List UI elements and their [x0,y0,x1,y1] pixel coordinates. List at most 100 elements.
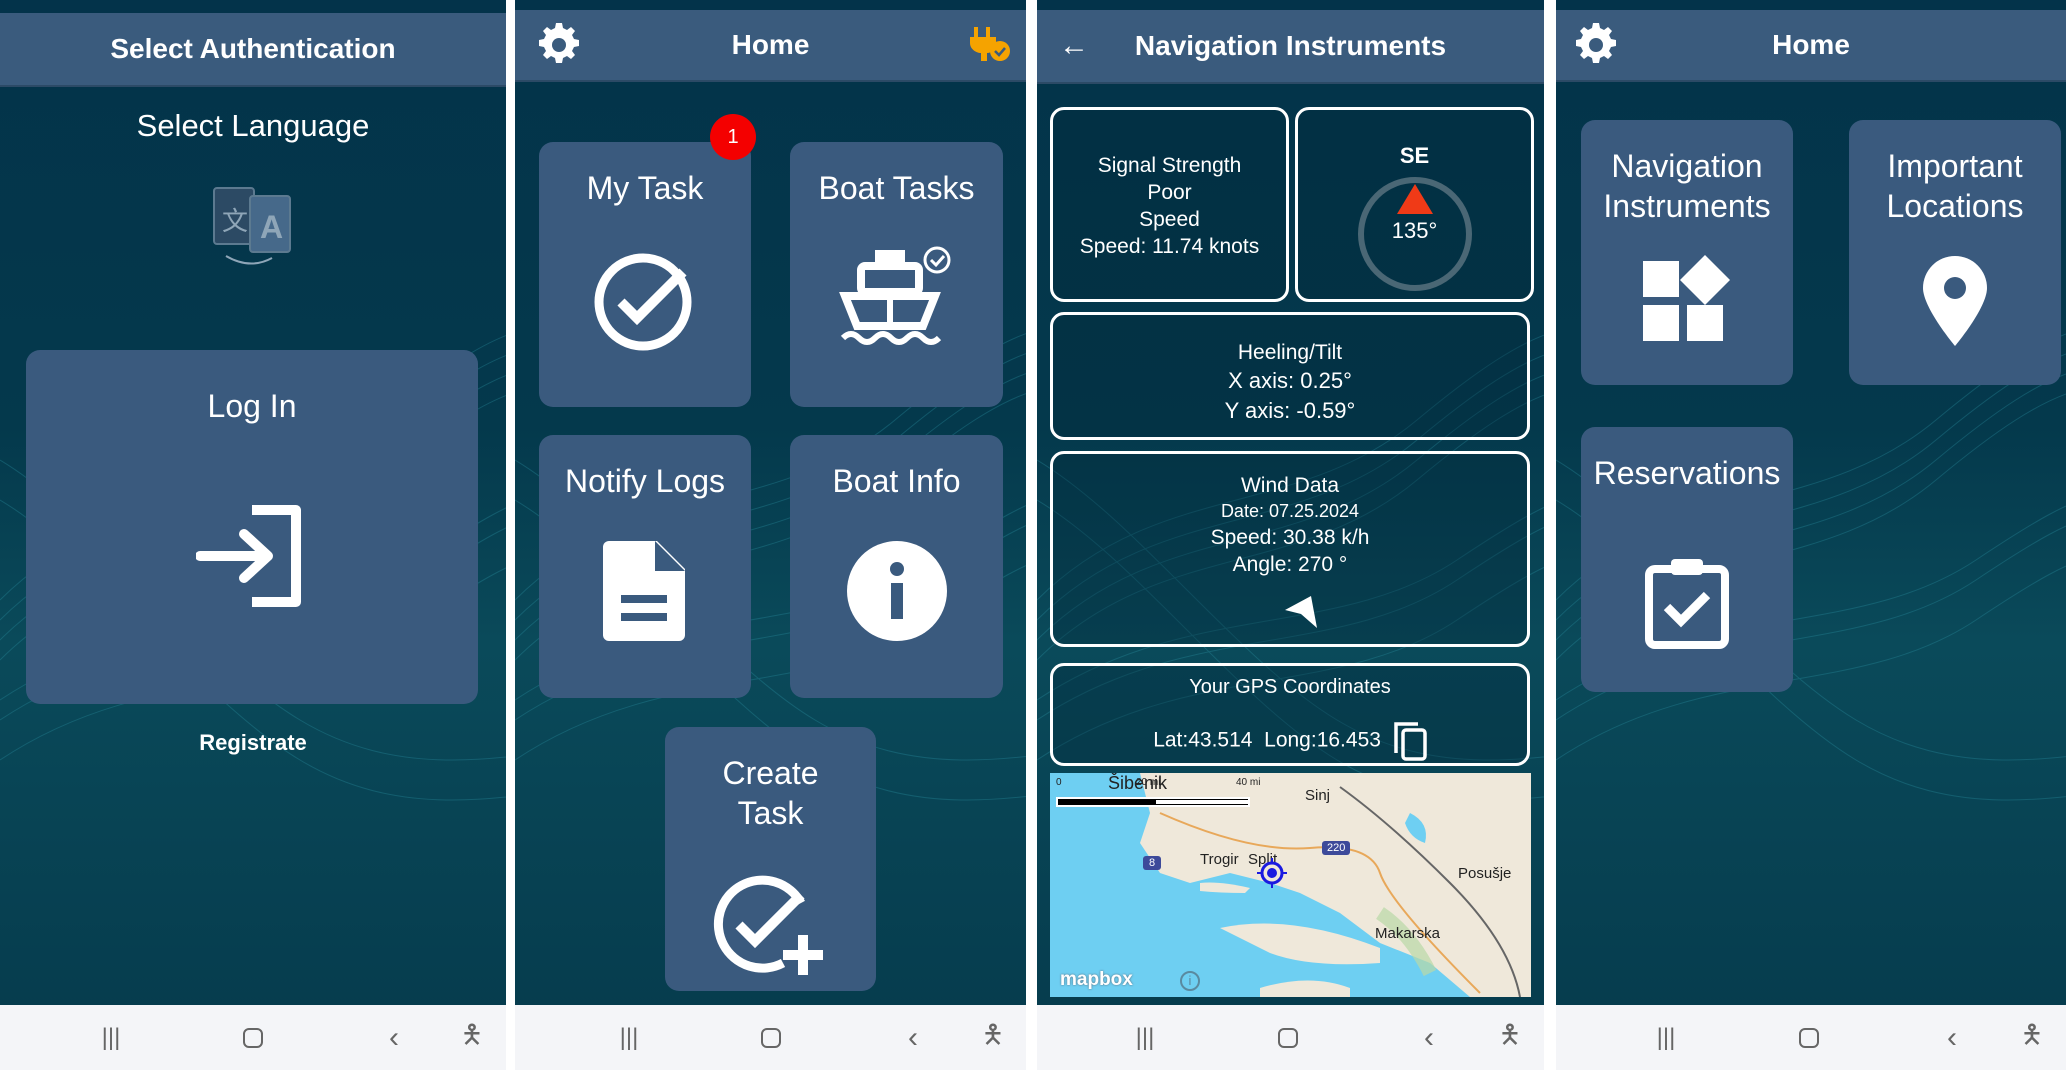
compass-direction: SE [1399,143,1430,168]
plug-connected-icon[interactable] [968,25,1012,65]
system-navbar: ||| ‹ 🯅 [515,1005,1026,1070]
screen-home-menu: Home Navigation Instruments Important Lo… [1556,0,2066,1070]
select-language-label[interactable]: Select Language [0,108,506,144]
login-icon [196,505,301,607]
check-plus-icon [713,875,823,975]
home-icon[interactable] [1278,1027,1298,1048]
map-attribution-icon[interactable]: i [1180,971,1200,991]
home-icon[interactable] [1799,1027,1819,1048]
screen-navigation-instruments: ← Navigation Instruments Signal Strength… [1037,0,1544,1070]
wind-speed: Speed: 30.38 k/h [1210,526,1370,549]
map-view[interactable]: 0 20 mi 40 mi Šibenik Sinj Trogir Split … [1050,773,1531,997]
system-navbar: ||| ‹ 🯅 [1037,1005,1544,1070]
important-locations-card[interactable]: Important Locations [1849,120,2061,385]
navigation-instruments-card[interactable]: Navigation Instruments [1581,120,1793,385]
speed-title: Speed [1139,208,1200,231]
accessibility-icon[interactable]: 🯅 [1499,1016,1522,1060]
recent-apps-icon[interactable]: ||| [102,1024,121,1052]
page-title: Navigation Instruments [1134,30,1447,61]
back-icon[interactable]: ‹ [1424,1021,1434,1055]
compass-needle [1397,184,1433,214]
signal-value: Poor [1147,181,1192,204]
reservations-card[interactable]: Reservations [1581,427,1793,692]
heeling-x: X axis: 0.25° [1228,368,1352,393]
svg-text:文: 文 [222,207,248,237]
card-label: Create Task [722,755,819,831]
speed-value: Speed: 11.74 knots [1079,235,1260,258]
map-pin-icon [1923,256,1987,346]
my-task-card[interactable]: My Task [539,142,751,407]
wind-date: Date: 07.25.2024 [1220,501,1360,521]
register-link[interactable]: Registrate [0,730,506,756]
accessibility-icon[interactable]: 🯅 [982,1016,1005,1060]
wind-angle: Angle: 270 ° [1232,553,1348,576]
boat-info-card[interactable]: Boat Info [790,435,1003,698]
screen-select-authentication: Select Authentication Select Language 文 … [0,0,506,1070]
gps-card: Your GPS Coordinates Lat:43.514 Long:16.… [1050,663,1530,766]
ship-check-icon [838,246,950,345]
login-button[interactable]: Log In [26,350,478,704]
card-label: Instruments [1603,188,1771,224]
info-icon [846,541,947,641]
boat-tasks-card[interactable]: Boat Tasks [790,142,1003,407]
system-navbar: ||| ‹ 🯅 [0,1005,506,1070]
card-label: Notify Logs [564,463,726,499]
signal-speed-card: Signal Strength Poor Speed Speed: 11.74 … [1050,107,1289,302]
page-title: Home [1772,29,1850,60]
home-icon[interactable] [243,1027,263,1048]
gear-icon[interactable] [535,21,583,69]
road-shield-8: 8 [1143,856,1162,870]
wind-arrow-icon [1285,596,1317,628]
map-label: Trogir [1200,851,1239,868]
gps-title: Your GPS Coordinates [1189,676,1391,698]
wind-card: Wind Data Date: 07.25.2024 Speed: 30.38 … [1050,451,1530,647]
card-label: Important [1887,148,2023,184]
map-scale-0: 0 [1056,777,1062,788]
accessibility-icon[interactable]: 🯅 [461,1016,484,1060]
header: ← Navigation Instruments [1037,10,1544,84]
back-icon[interactable]: ‹ [1947,1021,1957,1055]
map-label: Makarska [1375,925,1441,942]
recent-apps-icon[interactable]: ||| [1136,1024,1155,1052]
home-icon[interactable] [761,1027,781,1048]
svg-text:A: A [260,209,283,245]
login-label: Log In [207,388,297,424]
card-label: Reservations [1593,455,1781,491]
accessibility-icon[interactable]: 🯅 [2021,1016,2044,1060]
heeling-card: Heeling/Tilt X axis: 0.25° Y axis: -0.59… [1050,312,1530,440]
header: Home [1556,10,2066,82]
recent-apps-icon[interactable]: ||| [1657,1024,1676,1052]
back-icon[interactable]: ‹ [908,1021,918,1055]
card-label: Navigation [1611,148,1763,184]
header: Home [515,10,1026,82]
gear-icon[interactable] [1572,21,1620,69]
gps-long: Long:16.453 [1264,728,1381,752]
current-location-icon [1257,858,1287,888]
screen-home-tasks: Home My Task 1 Boat Tasks Notify Logs Bo… [515,0,1026,1070]
map-label: Sinj [1305,787,1331,804]
notify-logs-card[interactable]: Notify Logs [539,435,751,698]
heeling-y: Y axis: -0.59° [1224,398,1356,423]
system-navbar: ||| ‹ 🯅 [1556,1005,2066,1070]
back-icon[interactable]: ‹ [389,1021,399,1055]
recent-apps-icon[interactable]: ||| [620,1024,639,1052]
widgets-icon [1643,255,1730,341]
arrow-left-icon[interactable]: ← [1059,29,1089,63]
road-shield-220: 220 [1322,841,1351,855]
notification-badge: 1 [710,114,756,160]
compass-heading: 135° [1391,218,1438,243]
card-label: Boat Info [832,463,961,499]
signal-title: Signal Strength [1097,154,1242,177]
document-icon [603,541,685,641]
map-label: Posušje [1458,865,1512,882]
heeling-title: Heeling/Tilt [1237,341,1343,364]
page-title: Select Authentication [110,33,396,64]
translate-icon[interactable]: 文 A [210,180,296,272]
wind-title: Wind Data [1240,474,1340,497]
create-task-card[interactable]: Create Task [665,727,876,991]
map-scale-40: 40 mi [1236,777,1261,788]
copy-icon[interactable] [1393,721,1427,761]
gps-coordinates: Lat:43.514 Long:16.453 [1053,721,1527,761]
header: Select Authentication [0,13,506,87]
clipboard-check-icon [1645,559,1729,649]
